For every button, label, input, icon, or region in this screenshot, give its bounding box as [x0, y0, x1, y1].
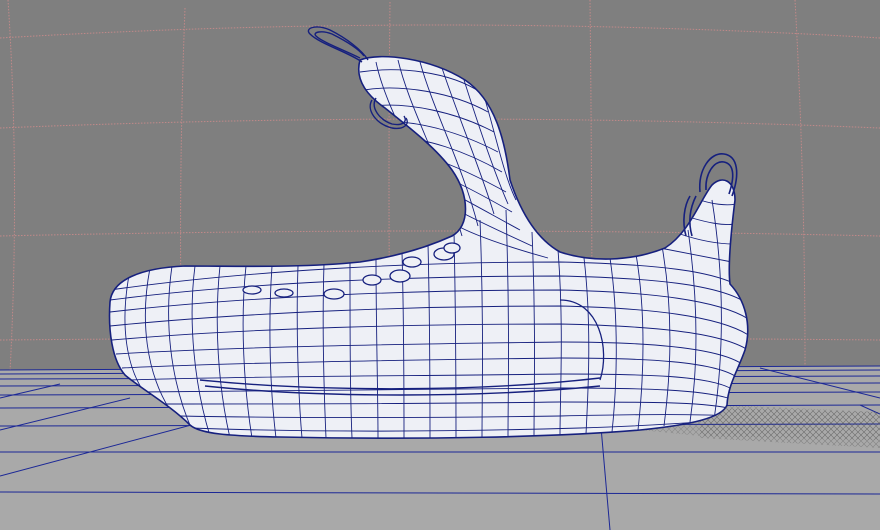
viewport-canvas[interactable] [0, 0, 880, 530]
3d-viewport[interactable] [0, 0, 880, 530]
